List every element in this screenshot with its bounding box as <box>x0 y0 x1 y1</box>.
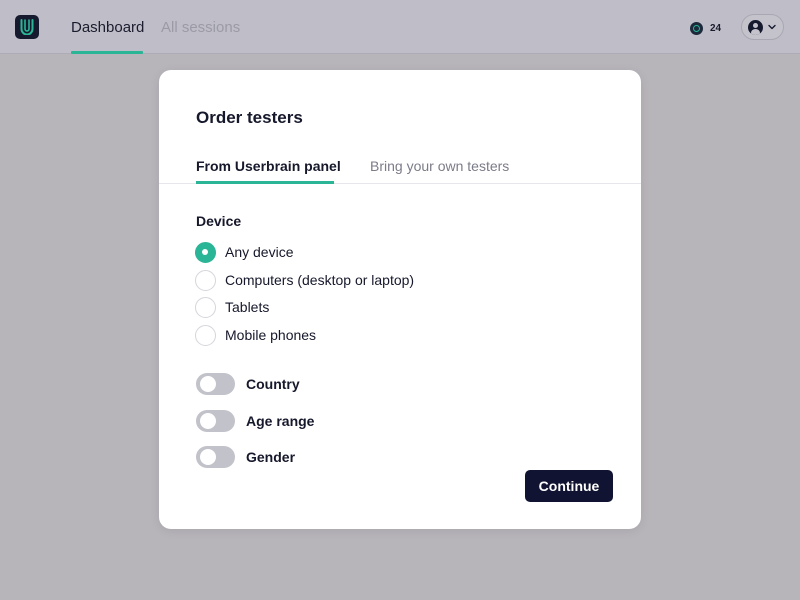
credits-count: 24 <box>710 22 722 34</box>
nav-tab-all-sessions[interactable]: All sessions <box>161 19 240 37</box>
userbrain-logo-icon[interactable] <box>15 15 39 39</box>
credits-icon <box>690 21 703 35</box>
country-toggle[interactable] <box>196 373 235 395</box>
radio-option-mobile-phones[interactable]: Mobile phones <box>195 324 316 346</box>
radio-option-tablets[interactable]: Tablets <box>195 296 269 318</box>
radio-label: Any device <box>225 244 294 260</box>
tab-bring-your-own-testers[interactable]: Bring your own testers <box>370 158 509 174</box>
gender-toggle[interactable] <box>196 446 235 468</box>
modal-title: Order testers <box>196 108 303 127</box>
radio-option-computers[interactable]: Computers (desktop or laptop) <box>195 269 414 291</box>
toggle-knob <box>200 376 216 392</box>
tab-from-userbrain-panel[interactable]: From Userbrain panel <box>196 158 341 174</box>
chevron-down-icon <box>768 24 776 30</box>
radio-label: Computers (desktop or laptop) <box>225 272 415 288</box>
toggle-label: Gender <box>246 449 296 465</box>
nav-tab-active-indicator <box>71 51 143 54</box>
radio-button[interactable] <box>195 296 216 318</box>
radio-label: Mobile phones <box>225 327 317 343</box>
continue-button[interactable]: Continue <box>525 470 613 502</box>
top-navigation-bar: Dashboard All sessions 24 <box>0 0 800 54</box>
user-avatar-icon <box>748 20 763 35</box>
toggle-row-gender[interactable]: Gender <box>196 446 295 468</box>
toggle-row-country[interactable]: Country <box>196 373 300 395</box>
tab-active-indicator <box>196 181 334 184</box>
radio-label: Tablets <box>225 299 270 315</box>
toggle-label: Age range <box>246 413 315 429</box>
account-menu-button[interactable] <box>741 14 784 40</box>
radio-button[interactable] <box>195 324 216 346</box>
toggle-label: Country <box>246 376 300 392</box>
radio-option-any-device[interactable]: Any device <box>195 241 293 263</box>
device-section-label: Device <box>196 213 242 229</box>
radio-button-checked[interactable] <box>195 241 216 263</box>
age-range-toggle[interactable] <box>196 410 235 432</box>
order-testers-modal: Order testers From Userbrain panel Bring… <box>159 70 641 529</box>
toggle-knob <box>200 413 216 429</box>
radio-button[interactable] <box>195 269 216 291</box>
nav-tab-dashboard[interactable]: Dashboard <box>71 19 144 37</box>
toggle-knob <box>200 449 216 465</box>
toggle-row-age-range[interactable]: Age range <box>196 410 314 432</box>
credits-counter[interactable]: 24 <box>690 20 721 36</box>
